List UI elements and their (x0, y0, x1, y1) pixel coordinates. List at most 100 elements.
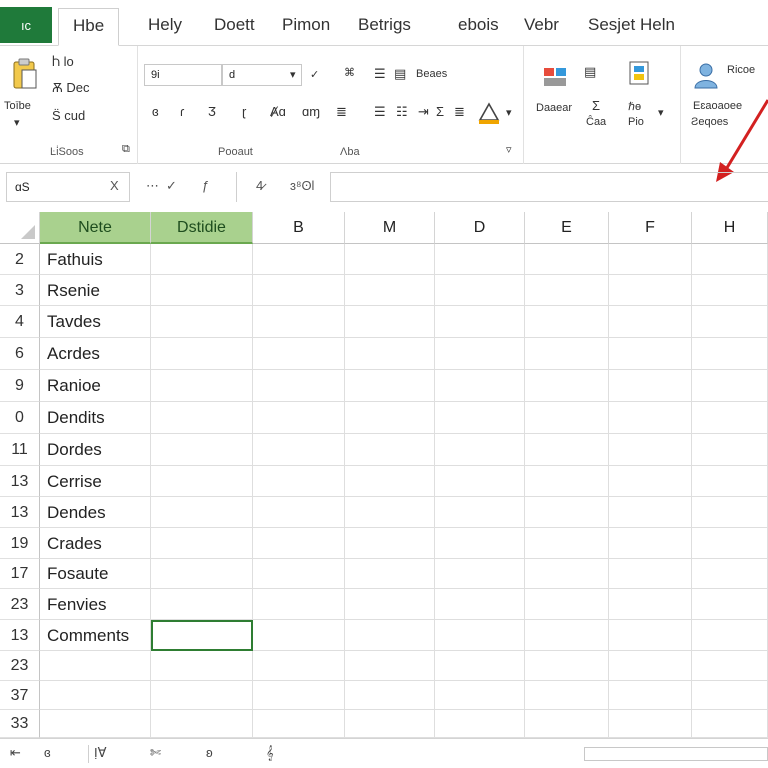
table-cell[interactable] (345, 528, 435, 559)
table-cell[interactable] (692, 559, 768, 589)
table-cell[interactable] (525, 402, 609, 434)
row-header[interactable]: 9 (0, 370, 40, 402)
table-cell[interactable] (525, 275, 609, 306)
table-cell[interactable] (525, 466, 609, 497)
table-cell[interactable] (609, 497, 692, 528)
table-cell[interactable] (253, 559, 345, 589)
column-header[interactable]: M (345, 212, 435, 244)
table-cell[interactable] (345, 338, 435, 370)
table-cell[interactable] (609, 589, 692, 620)
table-cell[interactable] (609, 244, 692, 275)
table-cell[interactable] (525, 244, 609, 275)
row-header[interactable]: 0 (0, 402, 40, 434)
table-cell[interactable] (151, 306, 253, 338)
paste-dropdown-icon[interactable]: ▾ (14, 116, 20, 129)
table-cell[interactable] (525, 306, 609, 338)
table-cell[interactable] (253, 528, 345, 559)
table-cell[interactable] (151, 275, 253, 306)
underline-button[interactable]: Ӡ (208, 104, 216, 119)
table-cell[interactable] (151, 434, 253, 466)
table-cell-name[interactable]: Fenvies (40, 589, 151, 620)
select-all-corner[interactable] (0, 212, 40, 244)
bold-button[interactable]: ɞ (152, 104, 159, 119)
table-cell[interactable] (345, 497, 435, 528)
paste-icon[interactable] (12, 58, 38, 90)
table-cell[interactable] (692, 370, 768, 402)
table-cell[interactable] (525, 710, 609, 738)
tab-draft[interactable]: Doett (214, 10, 255, 40)
table-cell[interactable] (525, 559, 609, 589)
table-cell[interactable] (692, 275, 768, 306)
superscript-button[interactable]: ɑɱ (302, 104, 320, 119)
table-cell[interactable] (692, 244, 768, 275)
row-header[interactable]: 6 (0, 338, 40, 370)
table-cell-name[interactable] (40, 710, 151, 738)
table-cell[interactable] (151, 402, 253, 434)
row-header[interactable]: 37 (0, 681, 40, 710)
row-header[interactable]: 19 (0, 528, 40, 559)
alignment-launcher-icon[interactable]: ▿ (506, 143, 512, 156)
table-cell[interactable] (253, 244, 345, 275)
add-sheet-button[interactable]: 𝄞 (266, 745, 274, 761)
table-cell[interactable] (151, 681, 253, 710)
table-cell[interactable] (253, 338, 345, 370)
table-cell[interactable] (345, 710, 435, 738)
app-menu-button[interactable]: ıc (0, 7, 52, 43)
table-cell[interactable] (435, 651, 525, 681)
table-cell-name[interactable]: Dendes (40, 497, 151, 528)
table-cell[interactable] (345, 620, 435, 651)
table-cell[interactable] (435, 370, 525, 402)
table-cell[interactable] (435, 402, 525, 434)
table-cell[interactable] (692, 651, 768, 681)
table-cell[interactable] (345, 244, 435, 275)
table-cell-name[interactable]: Ranioe (40, 370, 151, 402)
column-header[interactable]: Nete (40, 212, 151, 244)
table-cell[interactable] (609, 710, 692, 738)
align-menu-icon[interactable]: ☰ (374, 66, 386, 82)
table-cell[interactable] (345, 306, 435, 338)
row-header[interactable]: 2 (0, 244, 40, 275)
table-cell[interactable] (435, 681, 525, 710)
table-cell[interactable] (609, 402, 692, 434)
table-cell-name[interactable]: Crades (40, 528, 151, 559)
fx-button[interactable]: ℏɵ (628, 100, 641, 113)
table-cell[interactable] (253, 589, 345, 620)
table-cell[interactable] (609, 275, 692, 306)
wrap-text-button[interactable]: Beaes (416, 68, 447, 80)
column-header[interactable]: F (609, 212, 692, 244)
table-cell[interactable] (151, 528, 253, 559)
row-header[interactable]: 4 (0, 306, 40, 338)
table-cell[interactable] (345, 275, 435, 306)
tab-formulas[interactable]: Pimon (282, 10, 330, 40)
table-cell[interactable] (609, 338, 692, 370)
sheet-nav-prev[interactable]: ɞ (44, 745, 51, 760)
table-cell-name[interactable]: Dordes (40, 434, 151, 466)
table-cell[interactable] (609, 306, 692, 338)
table-cell[interactable] (435, 306, 525, 338)
table-cell[interactable] (253, 306, 345, 338)
table-cell-name[interactable] (40, 651, 151, 681)
table-cell[interactable] (609, 651, 692, 681)
table-cell[interactable] (525, 370, 609, 402)
table-cell[interactable] (609, 434, 692, 466)
table-cell[interactable] (692, 434, 768, 466)
row-header[interactable]: 3 (0, 275, 40, 306)
sheet-tab-3[interactable]: ʚ (206, 745, 213, 760)
table-cell[interactable] (345, 402, 435, 434)
table-cell[interactable] (435, 589, 525, 620)
table-cell[interactable] (253, 497, 345, 528)
table-cell[interactable] (609, 681, 692, 710)
table-cell[interactable] (609, 370, 692, 402)
table-cell[interactable] (151, 244, 253, 275)
font-size-dropdown-icon[interactable]: ▾ (290, 68, 296, 81)
table-cell[interactable] (151, 710, 253, 738)
table-cell[interactable] (151, 466, 253, 497)
table-cell[interactable] (253, 710, 345, 738)
tab-view[interactable]: Vebr (524, 10, 559, 40)
table-cell[interactable] (525, 338, 609, 370)
row-header[interactable]: 33 (0, 710, 40, 738)
sheet-tab-2[interactable]: ✄ (150, 745, 161, 761)
row-header[interactable]: 23 (0, 589, 40, 620)
table-cell[interactable] (345, 559, 435, 589)
tab-settings[interactable]: Betrigs (358, 10, 411, 40)
